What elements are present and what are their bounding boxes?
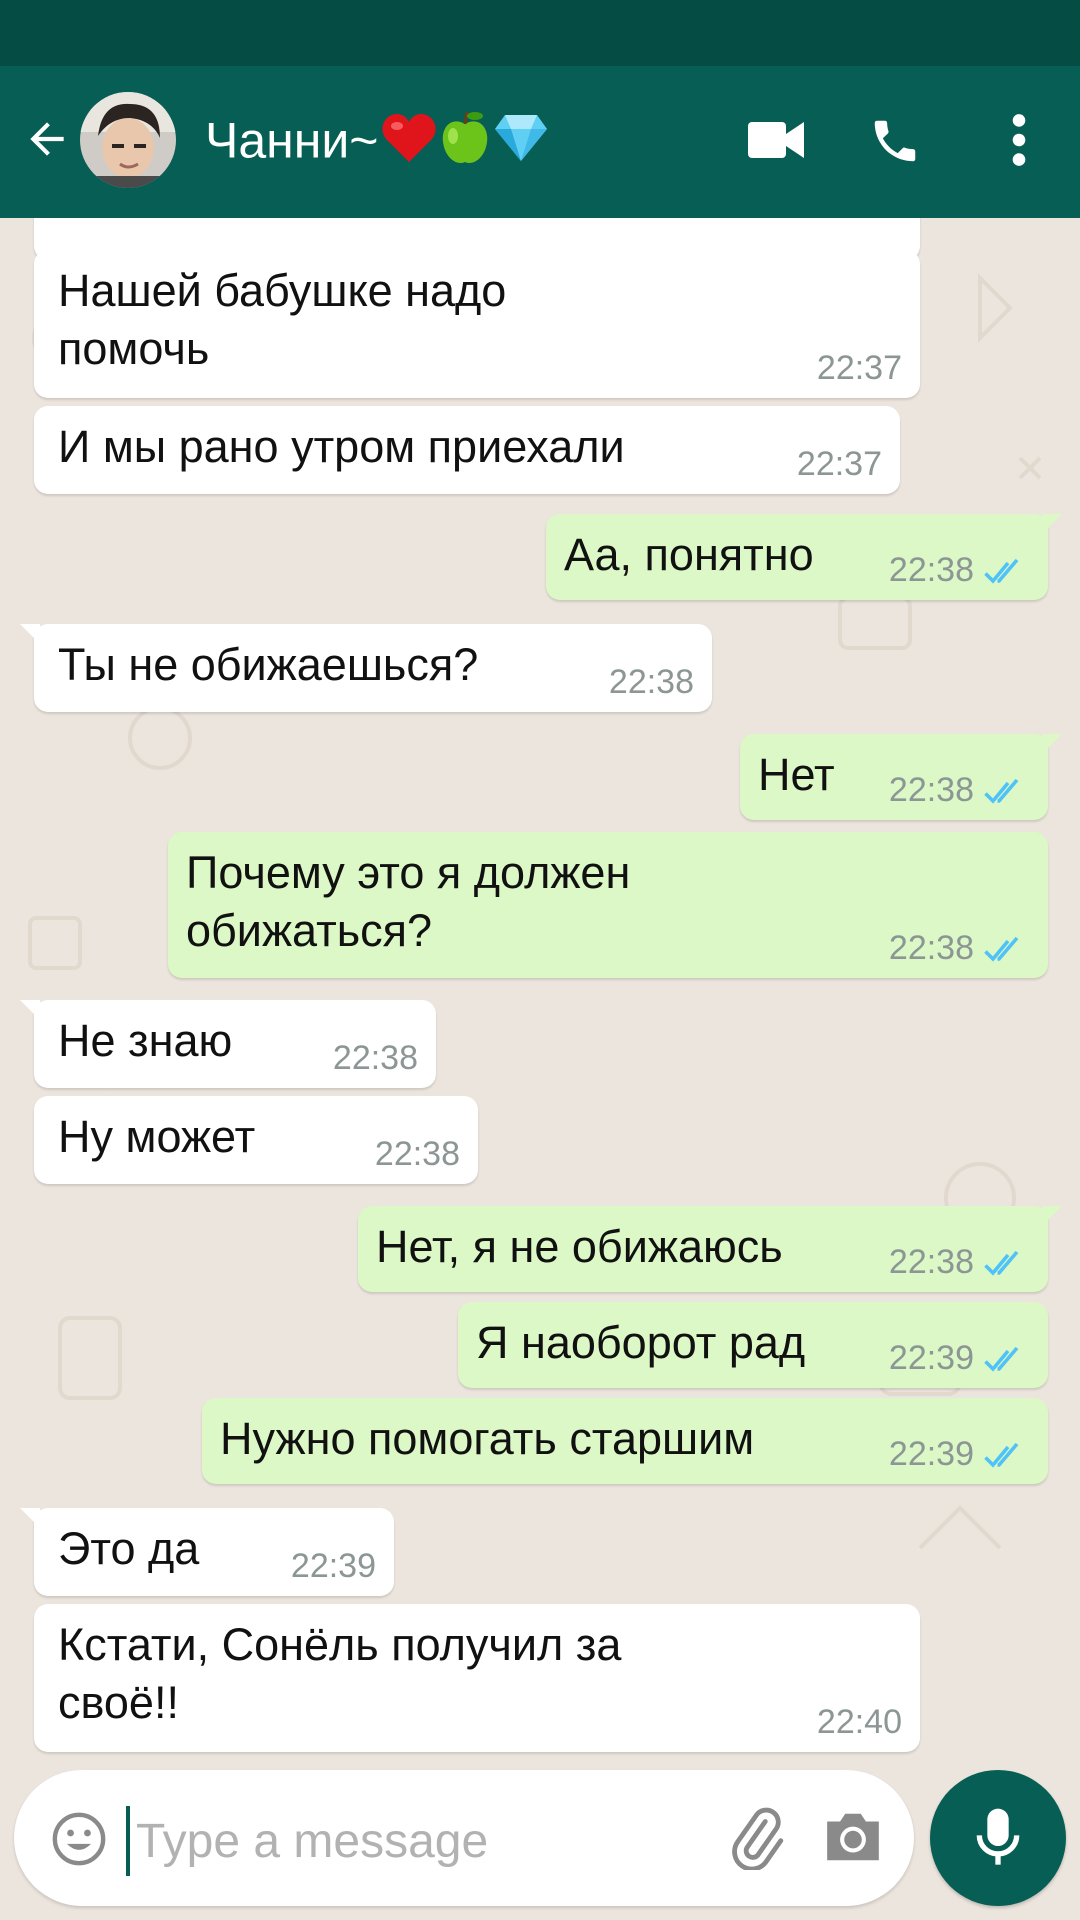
- read-receipt-icon: [984, 1250, 1019, 1276]
- read-receipt-icon: [984, 1442, 1019, 1468]
- message-input[interactable]: [134, 1798, 698, 1884]
- read-receipt-icon: [984, 936, 1019, 962]
- mic-icon: [976, 1808, 1020, 1865]
- video-call-icon[interactable]: [748, 118, 804, 162]
- contact-name[interactable]: Чанни~: [205, 110, 549, 179]
- message-time: 22:39: [290, 1547, 376, 1585]
- bubble-tail: [20, 624, 40, 644]
- message-time: 22:37: [796, 445, 882, 483]
- bubble-tail: [20, 1508, 40, 1528]
- message-bubble-incoming[interactable]: Не знаю 22:38: [20, 1000, 436, 1088]
- status-bar: [0, 0, 1080, 66]
- gem-emoji-icon: [493, 113, 549, 176]
- message-bubble-outgoing[interactable]: Нет, я не обижаюсь 22:38: [358, 1206, 1062, 1292]
- attach-icon[interactable]: [724, 1806, 788, 1870]
- phone-call-icon[interactable]: [868, 114, 922, 168]
- heart-emoji-icon: [381, 112, 437, 177]
- message-bubble-outgoing[interactable]: Нужно помогать старшим 22:39: [202, 1398, 1048, 1484]
- message-bubble-incoming[interactable]: Нашей бабушке надо помочь 22:37: [34, 250, 920, 398]
- message-text: Кстати, Сонёль получил за своё!!: [58, 1619, 622, 1728]
- bubble-tail: [1042, 1206, 1062, 1226]
- message-bubble-outgoing[interactable]: Я наоборот рад 22:39: [458, 1302, 1048, 1388]
- message-text: Нашей бабушке надо помочь: [58, 265, 507, 374]
- more-vert-icon[interactable]: [1002, 112, 1036, 168]
- message-time: 22:38: [332, 1039, 418, 1077]
- message-bubble-incoming[interactable]: Кстати, Сонёль получил за своё!! 22:40: [34, 1604, 920, 1752]
- message-time: 22:38: [888, 929, 974, 967]
- avatar[interactable]: [80, 92, 176, 188]
- message-time: 22:38: [888, 771, 974, 809]
- message-bubble-outgoing[interactable]: Аа, понятно 22:38: [546, 514, 1062, 600]
- message-bubble-incoming[interactable]: Ты не обижаешься? 22:38: [20, 624, 712, 712]
- bubble-tail: [20, 1000, 40, 1020]
- message-time: 22:40: [816, 1703, 902, 1741]
- message-time: 22:37: [816, 349, 902, 387]
- chat-header: Чанни~: [0, 66, 1080, 218]
- camera-icon[interactable]: [822, 1808, 884, 1866]
- message-time: 22:38: [888, 551, 974, 589]
- read-receipt-icon: [984, 778, 1019, 804]
- read-receipt-icon: [984, 558, 1019, 584]
- message-bubble-outgoing[interactable]: Нет 22:38: [740, 734, 1062, 820]
- message-time: 22:38: [374, 1135, 460, 1173]
- message-bubble-incoming[interactable]: Ну может 22:38: [34, 1096, 478, 1184]
- message-text: Ты не обижаешься?: [58, 639, 479, 690]
- message-text: И мы рано утром приехали: [58, 421, 625, 472]
- message-time: 22:38: [608, 663, 694, 701]
- voice-message-button[interactable]: [930, 1770, 1066, 1906]
- message-composer: [14, 1770, 914, 1906]
- read-receipt-icon: [984, 1346, 1019, 1372]
- green-apple-emoji-icon: [439, 110, 491, 179]
- chat-area[interactable]: Нашей бабушке надо помочь 22:37 И мы ран…: [0, 218, 1080, 1758]
- contact-name-text: Чанни~: [205, 112, 379, 169]
- text-cursor: [126, 1806, 130, 1876]
- message-bubble-incoming[interactable]: И мы рано утром приехали 22:37: [34, 406, 900, 494]
- message-time: 22:38: [888, 1243, 974, 1281]
- bubble-tail: [1042, 514, 1062, 534]
- back-arrow-icon[interactable]: [22, 114, 72, 164]
- message-time: 22:39: [888, 1339, 974, 1377]
- bubble-tail: [1042, 734, 1062, 754]
- emoji-icon[interactable]: [50, 1810, 108, 1868]
- message-bubble-outgoing[interactable]: Почему это я должен обижаться? 22:38: [168, 832, 1048, 978]
- message-text: Почему это я должен обижаться?: [186, 847, 631, 956]
- message-bubble-incoming[interactable]: Это да 22:39: [20, 1508, 394, 1596]
- message-time: 22:39: [888, 1435, 974, 1473]
